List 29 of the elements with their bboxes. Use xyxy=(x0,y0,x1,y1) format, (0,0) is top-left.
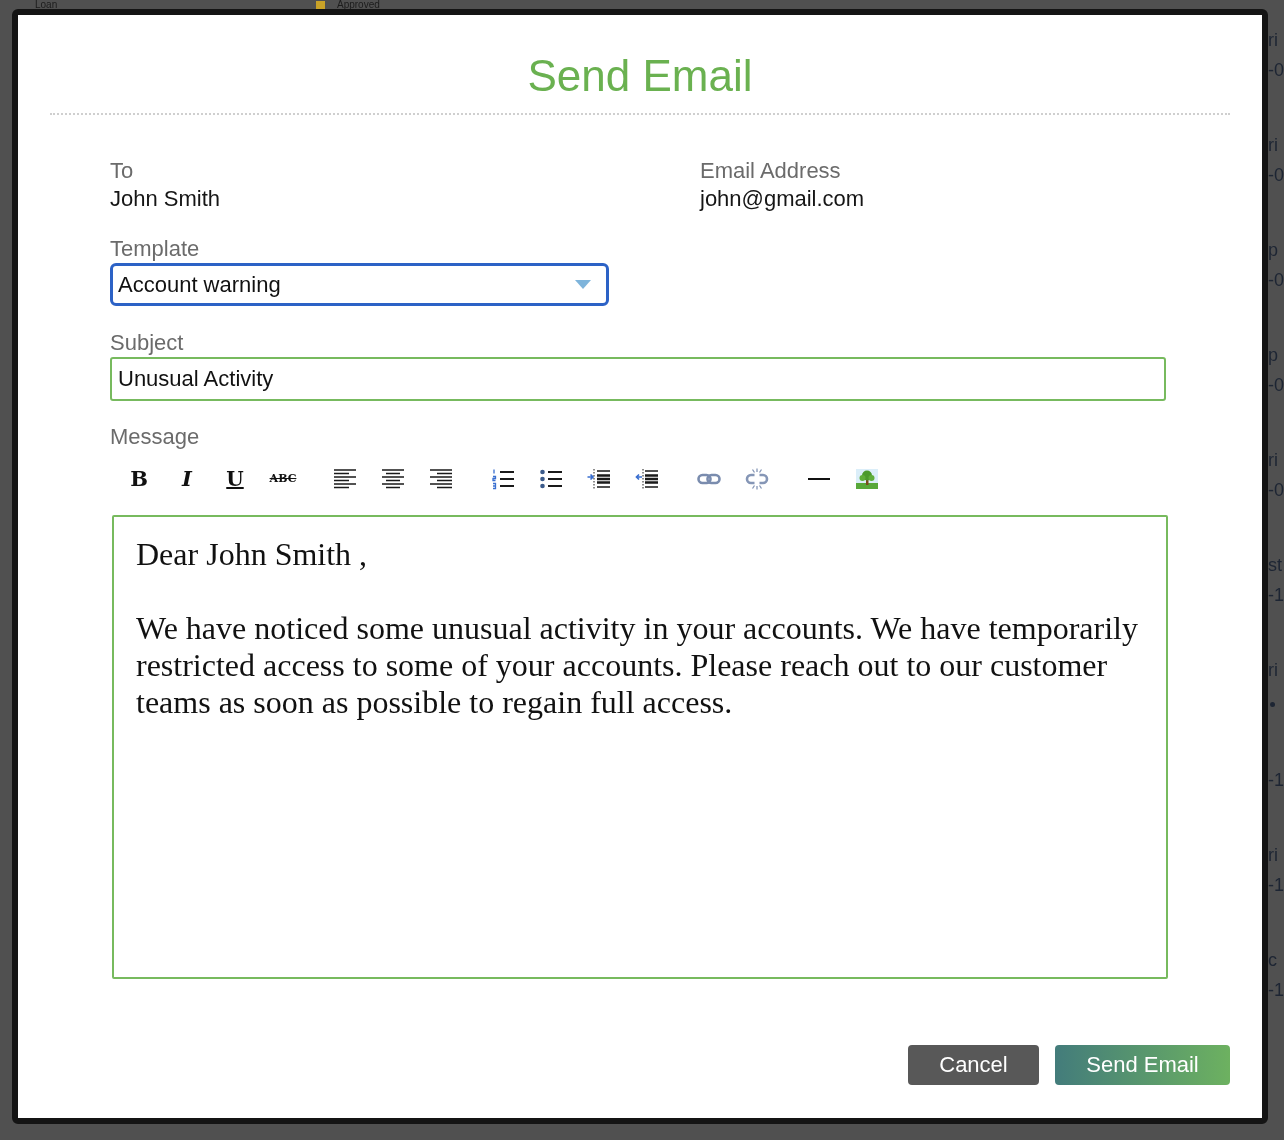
message-label: Message xyxy=(110,423,200,451)
align-left-icon[interactable] xyxy=(333,468,357,490)
bullet-icon xyxy=(1270,702,1275,707)
indent-icon[interactable] xyxy=(587,468,611,490)
message-paragraph: We have noticed some unusual activity in your accounts. We have temporarily restricted access to some of your accounts. Please reach out to our customer teams as soon as possible to regain full access. xyxy=(136,610,1139,721)
email-address-value: john@gmail.com xyxy=(700,185,865,213)
subject-label: Subject xyxy=(110,329,184,357)
strikethrough-button[interactable]: ABC xyxy=(269,468,297,490)
align-center-icon[interactable] xyxy=(381,468,405,490)
to-label: To xyxy=(110,157,134,185)
cancel-button[interactable]: Cancel xyxy=(908,1045,1039,1085)
subject-input[interactable]: Unusual Activity xyxy=(110,357,1166,401)
template-select[interactable]: Account warning xyxy=(110,263,609,306)
bullet-list-icon[interactable] xyxy=(539,468,563,490)
send-email-button[interactable]: Send Email xyxy=(1055,1045,1230,1085)
recipient-name: John Smith xyxy=(110,185,221,213)
greeting-text: Dear John Smith , xyxy=(136,536,368,573)
email-address-label: Email Address xyxy=(700,157,841,185)
message-editor[interactable] xyxy=(112,515,1168,979)
underline-button[interactable]: U xyxy=(226,468,244,490)
bold-button[interactable]: B xyxy=(130,468,148,490)
dialog-title: Send Email xyxy=(527,50,753,102)
unlink-icon[interactable] xyxy=(745,468,769,490)
italic-button[interactable]: I xyxy=(182,468,192,490)
image-icon[interactable] xyxy=(855,468,879,490)
align-right-icon[interactable] xyxy=(429,468,453,490)
outdent-icon[interactable] xyxy=(635,468,659,490)
numbered-list-icon[interactable] xyxy=(491,468,515,490)
template-label: Template xyxy=(110,235,200,263)
